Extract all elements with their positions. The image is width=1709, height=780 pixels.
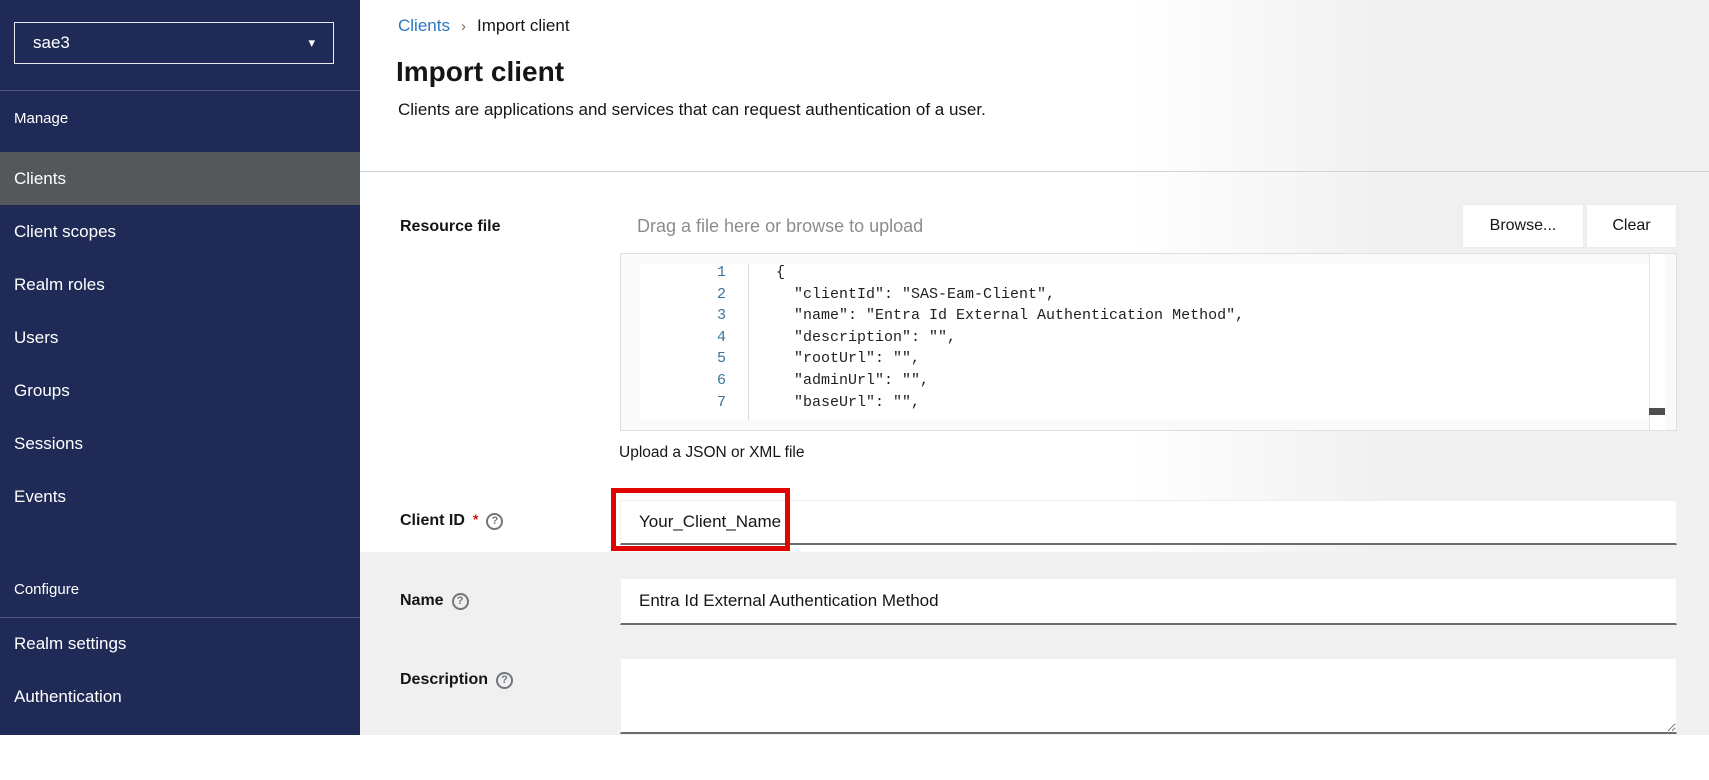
sidebar: sae3 ▾ Manage Clients Client scopes Real…: [0, 0, 360, 735]
editor-scrollbar-track[interactable]: [1649, 254, 1665, 430]
sidebar-item-clients[interactable]: Clients: [0, 152, 360, 205]
breadcrumb-separator-icon: ›: [460, 17, 466, 35]
sidebar-item-users[interactable]: Users: [0, 311, 360, 364]
code-line: 5 "rootUrl": "",: [716, 350, 921, 368]
code-line: 2 "clientId": "SAS-Eam-Client",: [716, 285, 1056, 303]
chevron-down-icon: ▾: [308, 35, 315, 50]
upload-helper-text: Upload a JSON or XML file: [619, 444, 805, 461]
realm-name: sae3: [33, 33, 70, 52]
description-textarea[interactable]: [620, 658, 1677, 734]
help-icon[interactable]: ?: [451, 592, 469, 610]
sidebar-item-realm-roles[interactable]: Realm roles: [0, 258, 360, 311]
header-divider: [360, 171, 1709, 172]
description-label: Description: [400, 671, 489, 688]
manage-nav-list: Clients Client scopes Realm roles Users …: [0, 152, 360, 523]
breadcrumb-current: Import client: [476, 16, 570, 35]
resource-file-code-editor[interactable]: 1{ 2 "clientId": "SAS-Eam-Client", 3 "na…: [620, 253, 1677, 431]
sidebar-item-authentication[interactable]: Authentication: [0, 670, 360, 723]
sidebar-item-events[interactable]: Events: [0, 470, 360, 523]
code-line: 4 "description": "",: [716, 328, 957, 346]
help-icon[interactable]: ?: [496, 671, 514, 689]
name-label: Name: [400, 592, 444, 609]
clear-button[interactable]: Clear: [1586, 204, 1677, 248]
page-subtitle: Clients are applications and services th…: [398, 100, 986, 119]
code-lines: 1{ 2 "clientId": "SAS-Eam-Client", 3 "na…: [621, 262, 1649, 413]
sidebar-item-realm-settings[interactable]: Realm settings: [0, 617, 360, 670]
page-title: Import client: [396, 56, 565, 87]
nav-section-manage: Manage: [14, 110, 69, 127]
editor-scrollbar-thumb[interactable]: [1649, 408, 1665, 415]
breadcrumb-link-clients[interactable]: Clients: [398, 16, 450, 36]
browse-button[interactable]: Browse...: [1462, 204, 1584, 248]
client-id-label: Client ID: [400, 512, 465, 529]
name-label-row: Name ?: [400, 592, 469, 610]
client-id-input[interactable]: [620, 500, 1677, 545]
name-input[interactable]: [620, 578, 1677, 625]
configure-nav-list: Realm settings Authentication: [0, 617, 360, 723]
sidebar-item-client-scopes[interactable]: Client scopes: [0, 205, 360, 258]
resource-file-label-row: Resource file: [400, 218, 500, 236]
client-id-label-row: Client ID * ?: [400, 511, 504, 530]
sidebar-divider: [0, 90, 360, 91]
code-line: 1{: [716, 264, 786, 281]
description-label-row: Description ?: [400, 671, 514, 689]
import-client-page: sae3 ▾ Manage Clients Client scopes Real…: [0, 0, 1709, 780]
required-asterisk: *: [472, 511, 479, 527]
nav-section-configure: Configure: [14, 581, 80, 598]
code-line: 3 "name": "Entra Id External Authenticat…: [716, 307, 1245, 325]
resource-file-label: Resource file: [400, 218, 501, 235]
realm-selector[interactable]: sae3 ▾: [14, 22, 334, 64]
help-icon[interactable]: ?: [486, 512, 504, 530]
file-upload-filename-input[interactable]: [620, 204, 1462, 248]
sidebar-item-groups[interactable]: Groups: [0, 364, 360, 417]
sidebar-item-sessions[interactable]: Sessions: [0, 417, 360, 470]
code-line: 6 "adminUrl": "",: [716, 371, 930, 389]
breadcrumb: Clients › Import client: [398, 16, 570, 36]
code-line: 7 "baseUrl": "",: [716, 393, 921, 411]
